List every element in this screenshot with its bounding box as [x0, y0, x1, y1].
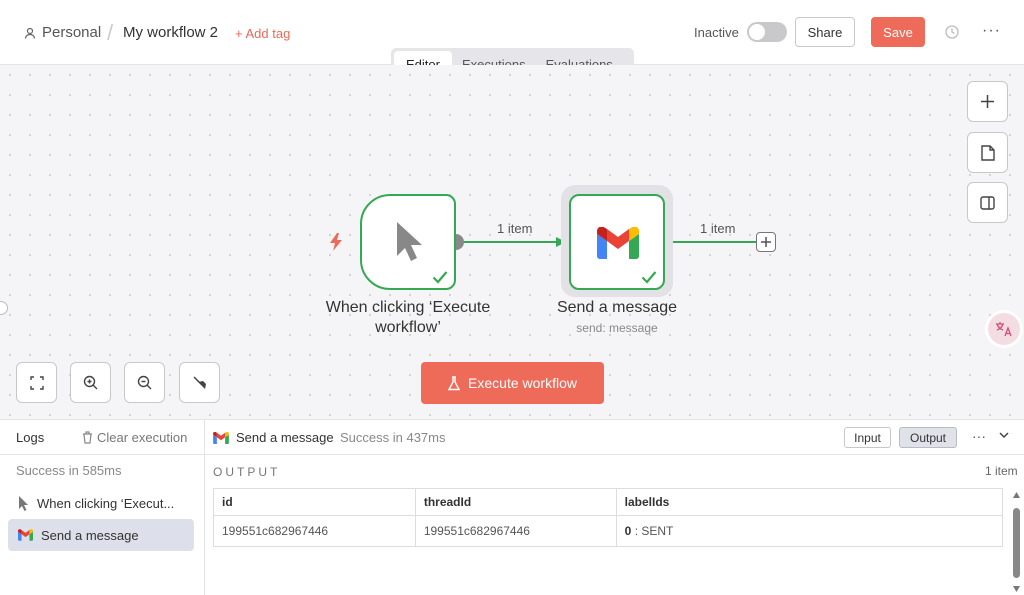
execute-workflow-button[interactable]: Execute workflow	[421, 362, 604, 404]
column-header-labelids[interactable]: labelIds	[615, 488, 1004, 516]
note-icon	[980, 144, 995, 161]
breadcrumb-personal-label: Personal	[42, 24, 102, 41]
success-check-icon	[432, 271, 448, 284]
broom-icon	[192, 375, 206, 389]
cell-id[interactable]: 199551c682967446	[213, 515, 416, 547]
cursor-icon	[19, 496, 28, 511]
log-detail: Send a message Success in 437ms Input Ou…	[205, 420, 1024, 595]
log-detail-header: Send a message Success in 437ms Input Ou…	[205, 420, 1024, 455]
logs-sidebar-header: Logs Clear execution	[0, 420, 205, 455]
zoom-in-button[interactable]	[70, 362, 111, 403]
gmail-icon	[213, 431, 229, 444]
logs-panel: Logs Clear execution Success in 585ms Wh…	[0, 420, 1024, 595]
fit-view-button[interactable]	[16, 362, 57, 403]
active-toggle[interactable]	[747, 22, 787, 42]
toggle-panel-button[interactable]	[967, 182, 1008, 223]
add-tag-link[interactable]: + Add tag	[235, 26, 290, 41]
sticky-note-button[interactable]	[967, 132, 1008, 173]
save-button[interactable]: Save	[871, 17, 925, 47]
node-gmail-subtitle: send: message	[576, 321, 658, 335]
labelids-separator: :	[634, 524, 639, 538]
zoom-in-icon	[83, 375, 98, 390]
clear-execution-label: Clear execution	[97, 430, 188, 445]
column-header-threadid[interactable]: threadId	[414, 488, 617, 516]
share-button[interactable]: Share	[795, 17, 855, 47]
add-next-node-button[interactable]	[756, 232, 776, 252]
clear-execution-button[interactable]: Clear execution	[82, 430, 187, 445]
scroll-down-icon	[1013, 586, 1020, 592]
log-item-label: When clicking ‘Execut...	[37, 495, 175, 511]
node-trigger-title: When clicking ‘Execute workflow’	[325, 299, 491, 336]
trigger-bolt-icon	[330, 233, 342, 251]
success-check-icon	[641, 271, 657, 284]
user-icon	[24, 27, 36, 39]
input-toggle-button[interactable]: Input	[844, 427, 891, 448]
tidy-up-button[interactable]	[179, 362, 220, 403]
plus-icon	[761, 237, 771, 247]
log-detail-node-name: Send a message	[236, 430, 334, 445]
breadcrumb-separator: /	[107, 20, 114, 45]
log-more-icon[interactable]: ···	[972, 428, 986, 444]
node-manual-trigger[interactable]	[360, 194, 456, 290]
execute-workflow-label: Execute workflow	[468, 375, 577, 391]
execution-summary: Success in 585ms	[16, 463, 122, 478]
plus-icon	[981, 95, 994, 108]
log-item-send-message[interactable]: Send a message	[8, 519, 194, 551]
output-section-label: OUTPUT	[213, 465, 281, 479]
gmail-icon	[18, 529, 33, 541]
gmail-icon	[597, 227, 639, 259]
log-item-label: Send a message	[41, 527, 139, 543]
chevron-down-icon[interactable]	[998, 429, 1010, 441]
output-table: id threadId labelIds 199551c682967446 19…	[213, 488, 1004, 547]
scroll-thumb[interactable]	[1013, 508, 1020, 578]
zoom-out-icon	[137, 375, 152, 390]
cell-labelids[interactable]: 0 : SENT	[615, 515, 1004, 547]
log-detail-node: Send a message	[213, 430, 334, 445]
workflow-name[interactable]: My workflow 2	[123, 24, 218, 41]
table-header-row: id threadId labelIds	[213, 488, 1004, 516]
more-options-icon[interactable]: ···	[982, 22, 1001, 40]
node-send-message[interactable]	[569, 194, 665, 290]
trash-icon	[83, 431, 92, 444]
panel-icon	[980, 195, 995, 210]
logs-title: Logs	[16, 430, 45, 445]
labelids-value: SENT	[641, 524, 674, 538]
logs-sidebar: Logs Clear execution Success in 585ms Wh…	[0, 420, 205, 595]
zoom-out-button[interactable]	[124, 362, 165, 403]
table-row: 199551c682967446 199551c682967446 0 : SE…	[213, 515, 1004, 547]
output-toggle-button[interactable]: Output	[899, 427, 957, 448]
log-item-trigger[interactable]: When clicking ‘Execut...	[8, 487, 194, 519]
translate-icon	[996, 322, 1012, 337]
output-item-count: 1 item	[985, 464, 1018, 478]
scroll-up-icon	[1013, 492, 1020, 498]
workflow-canvas[interactable]: When clicking ‘Execute workflow’ Send a …	[0, 65, 1024, 420]
labelids-index: 0	[624, 524, 632, 538]
output-scrollbar[interactable]	[1013, 492, 1020, 592]
column-header-id[interactable]: id	[213, 488, 416, 516]
translate-extension-button[interactable]	[988, 313, 1020, 345]
add-node-button[interactable]	[967, 81, 1008, 122]
flask-icon	[448, 375, 461, 390]
toggle-knob	[749, 24, 765, 40]
breadcrumb-personal[interactable]: Personal	[24, 24, 101, 41]
cell-threadid[interactable]: 199551c682967446	[414, 515, 617, 547]
connection-label-2: 1 item	[700, 221, 736, 236]
node-gmail-title: Send a message	[556, 299, 678, 316]
log-detail-status: Success in 437ms	[340, 430, 446, 445]
history-icon[interactable]	[944, 24, 960, 40]
cursor-icon	[397, 222, 422, 261]
connection-label-1: 1 item	[497, 221, 533, 236]
active-status-label: Inactive	[694, 25, 739, 40]
fullscreen-icon	[29, 375, 44, 390]
